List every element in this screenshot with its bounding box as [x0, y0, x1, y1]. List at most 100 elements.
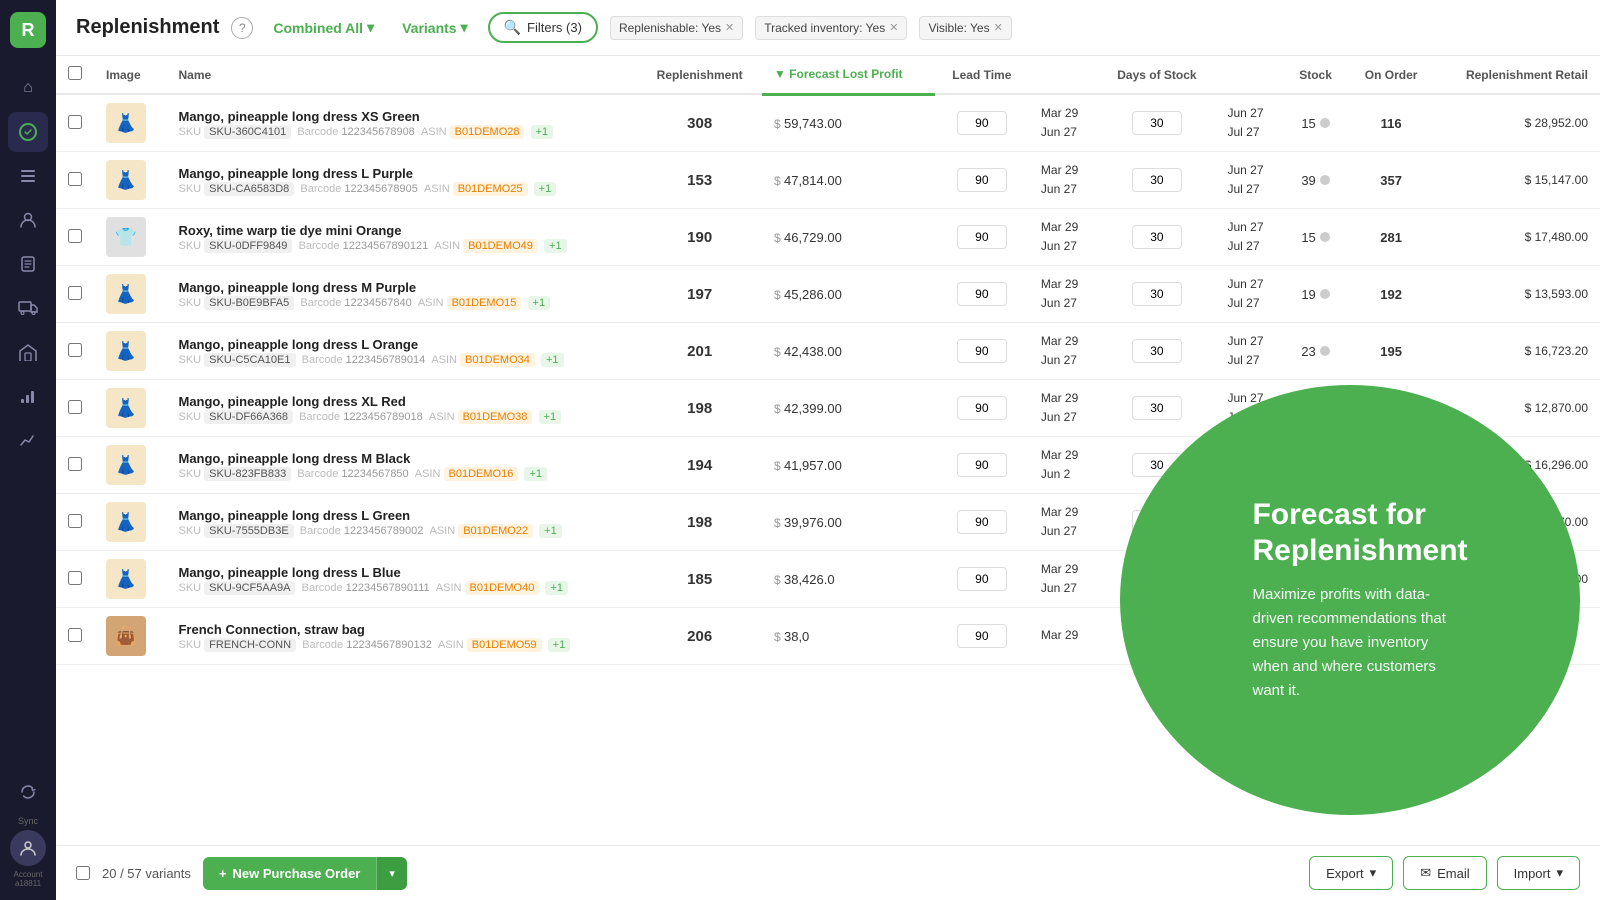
- product-name: Mango, pineapple long dress M Black: [178, 451, 625, 466]
- help-icon[interactable]: ?: [231, 17, 253, 39]
- row-checkbox-7[interactable]: [68, 457, 82, 471]
- days-of-stock-input[interactable]: [1132, 282, 1182, 306]
- new-purchase-order-button[interactable]: + New Purchase Order: [203, 857, 376, 890]
- lead-time-input[interactable]: [957, 510, 1007, 534]
- filter-replenishable-label: Replenishable: Yes: [619, 21, 721, 35]
- row-checkbox-2[interactable]: [68, 172, 82, 186]
- row-lead-time: [935, 266, 1029, 323]
- row-image-cell: 👜: [94, 608, 166, 665]
- row-replenishment: 153: [637, 152, 762, 209]
- product-image: 👗: [106, 388, 146, 428]
- row-lead-time: [935, 551, 1029, 608]
- new-purchase-order-dropdown[interactable]: ▾: [376, 857, 407, 890]
- sidebar-item-orders[interactable]: [8, 244, 48, 284]
- stock-number: 39: [1301, 173, 1315, 188]
- product-image: 👗: [106, 274, 146, 314]
- product-image: 👜: [106, 616, 146, 656]
- row-checkbox-9[interactable]: [68, 571, 82, 585]
- sidebar-item-replenishment[interactable]: [8, 112, 48, 152]
- combined-all-dropdown[interactable]: Combined All ▾: [265, 15, 382, 40]
- email-button[interactable]: ✉ Email: [1403, 856, 1486, 890]
- sidebar-item-reports[interactable]: [8, 376, 48, 416]
- product-image: 👗: [106, 502, 146, 542]
- sidebar-item-shipping[interactable]: [8, 288, 48, 328]
- sidebar-item-warehouse[interactable]: [8, 332, 48, 372]
- th-forecast-lost-profit[interactable]: ▼ Forecast Lost Profit: [762, 56, 935, 94]
- days-of-stock-input[interactable]: [1132, 111, 1182, 135]
- table-row: 👗 Mango, pineapple long dress L Orange S…: [56, 323, 1600, 380]
- footer-left: 20 / 57 variants + New Purchase Order ▾: [76, 857, 407, 890]
- row-checkbox-8[interactable]: [68, 514, 82, 528]
- row-replenishment: 308: [637, 94, 762, 152]
- days-of-stock-input[interactable]: [1132, 168, 1182, 192]
- sidebar-item-users[interactable]: [8, 200, 48, 240]
- th-select-all[interactable]: [56, 56, 94, 94]
- row-checkbox-cell: [56, 152, 94, 209]
- import-button[interactable]: Import ▾: [1497, 856, 1580, 890]
- filter-tracked-close[interactable]: ✕: [889, 21, 898, 34]
- select-all-checkbox[interactable]: [68, 66, 82, 80]
- stock-number: 19: [1301, 287, 1315, 302]
- product-meta: SKU SKU-CA6583D8 Barcode 122345678905 AS…: [178, 183, 625, 195]
- filter-tracked-inventory[interactable]: Tracked inventory: Yes ✕: [755, 16, 907, 40]
- row-checkbox-6[interactable]: [68, 400, 82, 414]
- product-meta: SKU SKU-360C4101 Barcode 122345678908 AS…: [178, 126, 625, 138]
- lead-time-input[interactable]: [957, 225, 1007, 249]
- row-dates1: Mar 29: [1029, 608, 1098, 665]
- avatar[interactable]: [10, 830, 46, 866]
- row-on-order: 357: [1348, 152, 1435, 209]
- row-checkbox-cell: [56, 494, 94, 551]
- lead-time-input[interactable]: [957, 111, 1007, 135]
- row-forecast-lost-profit: $ 45,286.00: [762, 266, 935, 323]
- row-replenishment: 201: [637, 323, 762, 380]
- row-replenishment: 194: [637, 437, 762, 494]
- row-image-cell: 👗: [94, 551, 166, 608]
- row-forecast-lost-profit: $ 46,729.00: [762, 209, 935, 266]
- row-stock: 15: [1283, 209, 1347, 266]
- filter-visible[interactable]: Visible: Yes ✕: [919, 16, 1011, 40]
- table-row: 👗 Mango, pineapple long dress XS Green S…: [56, 94, 1600, 152]
- row-dates1: Mar 29 Jun 27: [1029, 152, 1098, 209]
- sidebar-item-list[interactable]: [8, 156, 48, 196]
- row-replenishment-retail: $ 13,593.00: [1435, 266, 1600, 323]
- row-checkbox-cell: [56, 608, 94, 665]
- sidebar-item-sync[interactable]: [8, 772, 48, 812]
- row-dates1: Mar 29 Jun 27: [1029, 380, 1098, 437]
- sidebar-item-home[interactable]: ⌂: [8, 68, 48, 108]
- sidebar-logo[interactable]: R: [10, 12, 46, 48]
- sync-label: Sync: [18, 816, 38, 826]
- row-image-cell: 👗: [94, 266, 166, 323]
- table-row: 👗 Mango, pineapple long dress L Purple S…: [56, 152, 1600, 209]
- row-checkbox-3[interactable]: [68, 229, 82, 243]
- lead-time-input[interactable]: [957, 168, 1007, 192]
- lead-time-input[interactable]: [957, 567, 1007, 591]
- days-of-stock-input[interactable]: [1132, 339, 1182, 363]
- filter-replenishable-close[interactable]: ✕: [725, 21, 734, 34]
- row-dates1: Mar 29 Jun 27: [1029, 323, 1098, 380]
- filter-visible-close[interactable]: ✕: [994, 21, 1003, 34]
- lead-time-input[interactable]: [957, 282, 1007, 306]
- row-checkbox-1[interactable]: [68, 115, 82, 129]
- row-checkbox-5[interactable]: [68, 343, 82, 357]
- days-of-stock-input[interactable]: [1132, 396, 1182, 420]
- th-stock: Stock: [1283, 56, 1347, 94]
- variants-dropdown[interactable]: Variants ▾: [394, 15, 476, 40]
- sidebar-item-analytics[interactable]: [8, 420, 48, 460]
- row-checkbox-4[interactable]: [68, 286, 82, 300]
- row-checkbox-cell: [56, 437, 94, 494]
- days-of-stock-input[interactable]: [1132, 225, 1182, 249]
- row-dates1: Mar 29 Jun 2: [1029, 437, 1098, 494]
- lead-time-input[interactable]: [957, 624, 1007, 648]
- product-meta: SKU SKU-9CF5AA9A Barcode 12234567890111 …: [178, 582, 625, 594]
- th-days-of-stock: Days of Stock: [1098, 56, 1215, 94]
- new-purchase-order-btn-group: + New Purchase Order ▾: [203, 857, 407, 890]
- filters-button[interactable]: 🔍 Filters (3): [488, 12, 598, 43]
- filter-replenishable[interactable]: Replenishable: Yes ✕: [610, 16, 743, 40]
- export-button[interactable]: Export ▾: [1309, 856, 1393, 890]
- row-name-cell: Mango, pineapple long dress L Green SKU …: [166, 494, 637, 551]
- footer-checkbox[interactable]: [76, 866, 90, 880]
- lead-time-input[interactable]: [957, 339, 1007, 363]
- lead-time-input[interactable]: [957, 396, 1007, 420]
- lead-time-input[interactable]: [957, 453, 1007, 477]
- row-checkbox-10[interactable]: [68, 628, 82, 642]
